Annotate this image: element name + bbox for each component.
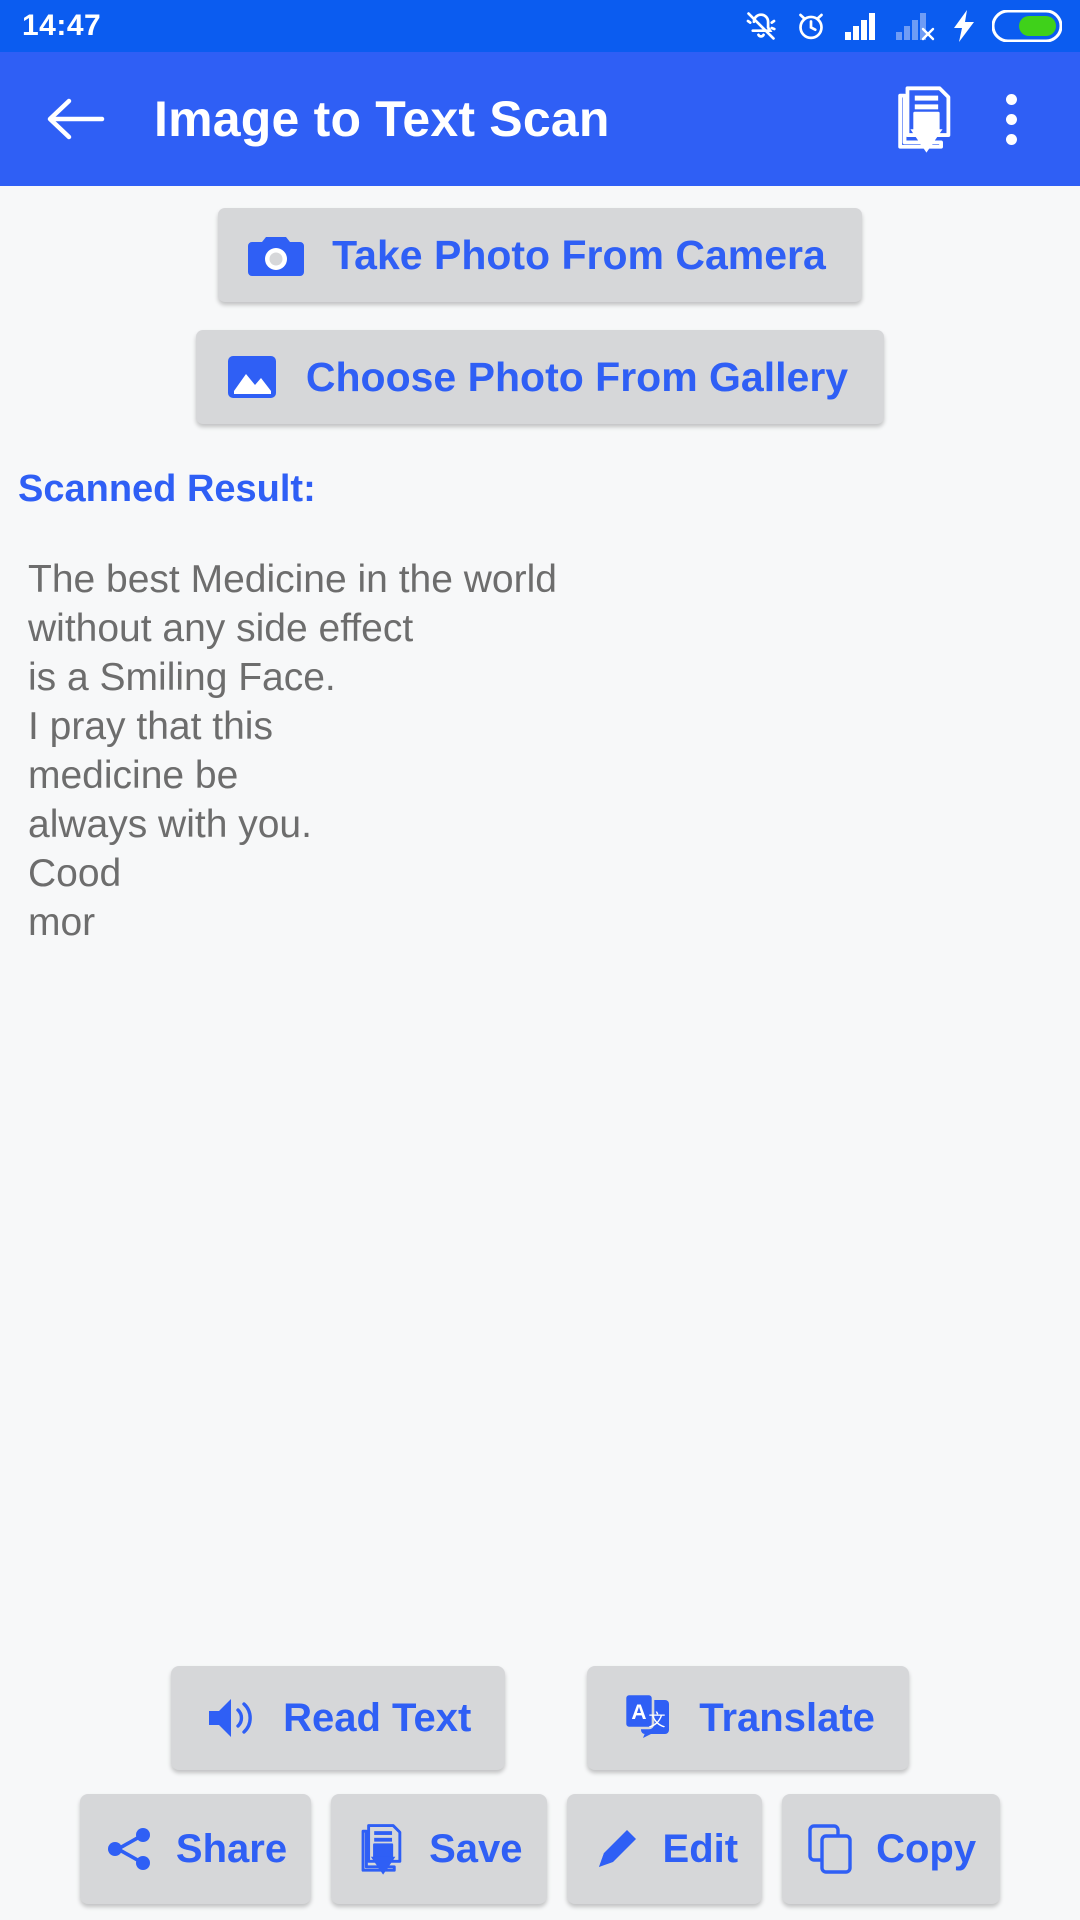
copy-button[interactable]: Copy <box>782 1794 1001 1904</box>
signal-no-sim-icon <box>896 11 936 41</box>
bottom-action-area: Read Text A 文 Translate Share Save Edit … <box>0 1666 1080 1904</box>
app-bar: Image to Text Scan <box>0 52 1080 186</box>
status-icons <box>744 9 1062 43</box>
scanned-result-text[interactable]: The best Medicine in the world without a… <box>0 511 1080 947</box>
save-label: Save <box>429 1826 523 1871</box>
svg-text:A: A <box>632 1701 647 1724</box>
gallery-row: Choose Photo From Gallery <box>0 330 1080 424</box>
overflow-menu-icon <box>1005 93 1017 105</box>
primary-action-row: Read Text A 文 Translate <box>0 1666 1080 1770</box>
overflow-dot-2 <box>1005 113 1017 125</box>
choose-photo-from-gallery-label: Choose Photo From Gallery <box>305 353 849 400</box>
share-nodes-icon <box>104 1823 156 1875</box>
page-title: Image to Text Scan <box>154 91 610 147</box>
app-screen: 14:47 Image to Text Scan Take Photo From… <box>0 0 1080 1920</box>
battery-icon <box>992 10 1062 42</box>
edit-button[interactable]: Edit <box>566 1794 763 1904</box>
overflow-dot-3 <box>1005 133 1017 145</box>
save-button[interactable]: Save <box>331 1794 547 1904</box>
read-text-button[interactable]: Read Text <box>171 1666 506 1770</box>
speaker-volume-icon <box>205 1692 261 1744</box>
toolbar-save-button[interactable] <box>882 76 968 162</box>
save-document-icon <box>355 1820 409 1878</box>
share-button[interactable]: Share <box>79 1794 312 1904</box>
svg-text:文: 文 <box>649 1711 666 1731</box>
translate-label: Translate <box>699 1695 875 1740</box>
gallery-image-icon <box>226 352 278 402</box>
take-photo-from-camera-label: Take Photo From Camera <box>332 231 826 278</box>
bell-muted-icon <box>744 9 778 43</box>
charging-bolt-icon <box>952 10 976 42</box>
camera-icon <box>248 230 305 280</box>
status-bar: 14:47 <box>0 0 1080 52</box>
back-button[interactable] <box>40 83 112 155</box>
back-arrow-icon <box>45 93 107 145</box>
translate-button[interactable]: A 文 Translate <box>587 1666 909 1770</box>
pencil-icon <box>591 1823 643 1875</box>
share-label: Share <box>175 1826 288 1871</box>
status-time: 14:47 <box>22 9 102 42</box>
choose-photo-from-gallery-button[interactable]: Choose Photo From Gallery <box>195 330 885 424</box>
translate-icon: A 文 <box>621 1690 677 1746</box>
read-text-label: Read Text <box>283 1695 472 1740</box>
camera-row: Take Photo From Camera <box>0 208 1080 302</box>
overflow-menu-button[interactable] <box>976 74 1046 164</box>
source-buttons-area: Take Photo From Camera Choose Photo From… <box>0 186 1080 424</box>
take-photo-from-camera-button[interactable]: Take Photo From Camera <box>218 208 862 302</box>
alarm-clock-icon <box>794 9 828 43</box>
scanned-result-heading: Scanned Result: <box>18 468 316 510</box>
signal-full-icon <box>844 11 880 41</box>
edit-label: Edit <box>662 1826 739 1871</box>
copy-label: Copy <box>876 1826 977 1871</box>
copy-icon <box>806 1822 856 1876</box>
secondary-action-row: Share Save Edit Copy <box>0 1794 1080 1904</box>
save-document-icon <box>889 81 961 157</box>
